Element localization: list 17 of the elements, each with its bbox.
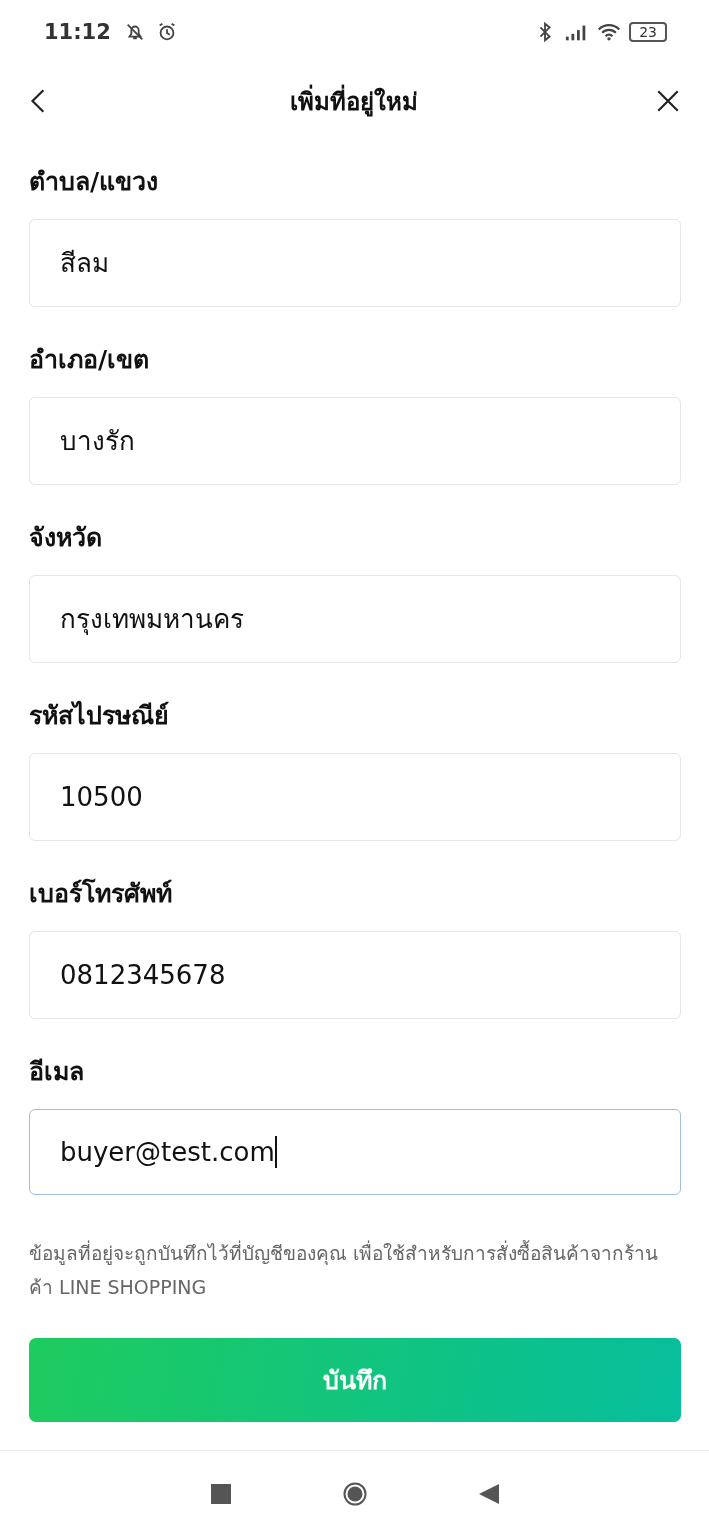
- input-field[interactable]: สีลม: [29, 218, 681, 307]
- field-label: ตำบล/แขวง: [29, 165, 160, 198]
- input-field[interactable]: 0812345678: [29, 930, 681, 1019]
- field-label: อำเภอ/เขต: [29, 343, 151, 376]
- field-label: จังหวัด: [29, 521, 103, 554]
- input-field[interactable]: กรุงเทพมหานคร: [29, 574, 681, 663]
- field-label: เบอร์โทรศัพท์: [29, 877, 173, 910]
- field-label: รหัสไปรษณีย์: [29, 699, 170, 732]
- input-field[interactable]: buyer@test.com: [29, 1108, 681, 1195]
- battery-icon: 23: [629, 22, 667, 43]
- text-cursor: [274, 1135, 277, 1168]
- input-field[interactable]: 10500: [29, 752, 681, 841]
- status-time: 11:12: [44, 20, 111, 45]
- info-note: ข้อมูลที่อยู่จะถูกบันทึกไว้ที่บัญชีของคุณ เพื่อใช้สำหรับการสั่งซื้อสินค้าจากร้านค้า LINE SHOPPING: [29, 1239, 660, 1300]
- input-field[interactable]: บางรัก: [29, 396, 681, 485]
- page-title: เพิ่มที่อยู่ใหม่: [289, 81, 418, 121]
- field-label: อีเมล: [29, 1055, 85, 1088]
